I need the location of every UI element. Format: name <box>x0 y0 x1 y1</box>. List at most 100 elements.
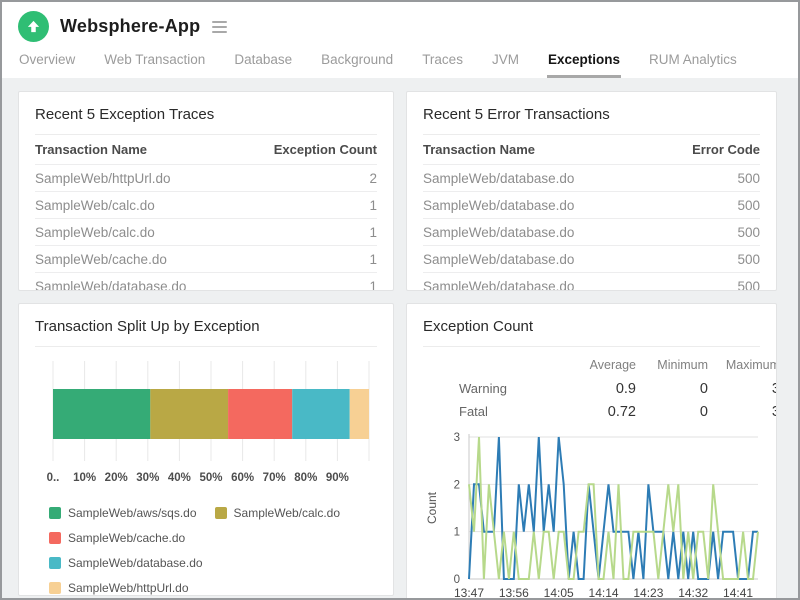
table-header-row: Transaction Name Exception Count <box>35 135 377 165</box>
svg-text:13:56: 13:56 <box>499 586 529 598</box>
exception-traces-table: Transaction Name Exception Count SampleW… <box>35 135 377 291</box>
table-row[interactable]: SampleWeb/database.do 500 <box>423 219 760 246</box>
error-code: 500 <box>737 279 760 292</box>
svg-text:60%: 60% <box>231 472 254 484</box>
svg-text:0..: 0.. <box>47 472 60 484</box>
legend-swatch <box>215 507 227 519</box>
tab-background[interactable]: Background <box>320 48 394 78</box>
svg-text:30%: 30% <box>136 472 159 484</box>
stats-header-row: Average Minimum Maximum <box>423 353 777 377</box>
stats-row-warning: Warning 0.9 0 3 <box>423 377 777 400</box>
legend-label: SampleWeb/httpUrl.do <box>68 581 189 595</box>
exception-count: 1 <box>369 279 377 292</box>
table-row[interactable]: SampleWeb/database.do 1 <box>35 273 377 291</box>
tab-web-transaction[interactable]: Web Transaction <box>103 48 206 78</box>
transaction-name: SampleWeb/database.do <box>423 171 574 186</box>
table-row[interactable]: SampleWeb/httpUrl.do 2 <box>35 165 377 192</box>
panel-title: Exception Count <box>423 304 760 347</box>
exception-count: 1 <box>369 225 377 240</box>
tab-jvm[interactable]: JVM <box>491 48 520 78</box>
error-code: 500 <box>737 252 760 267</box>
table-header-row: Transaction Name Error Code <box>423 135 760 165</box>
transaction-name: SampleWeb/database.do <box>423 198 574 213</box>
tab-overview[interactable]: Overview <box>18 48 76 78</box>
column-header-transaction-name: Transaction Name <box>35 142 147 157</box>
table-row[interactable]: SampleWeb/calc.do 1 <box>35 219 377 246</box>
table-row[interactable]: SampleWeb/database.do 500 <box>423 192 760 219</box>
svg-text:14:14: 14:14 <box>589 586 619 598</box>
error-code: 500 <box>737 225 760 240</box>
column-header-maximum: Maximum <box>708 358 777 372</box>
svg-text:14:23: 14:23 <box>633 586 663 598</box>
table-row[interactable]: SampleWeb/calc.do 1 <box>35 192 377 219</box>
exception-count-stats: Average Minimum Maximum Warning 0.9 0 3 … <box>423 353 777 423</box>
svg-text:14:32: 14:32 <box>678 586 708 598</box>
panel-transaction-split: Transaction Split Up by Exception 0.. 10%… <box>18 303 394 596</box>
column-header-exception-count: Exception Count <box>274 142 377 157</box>
transaction-name: SampleWeb/calc.do <box>35 225 155 240</box>
svg-text:10%: 10% <box>73 472 96 484</box>
legend-item[interactable]: SampleWeb/database.do <box>49 556 203 570</box>
panel-exception-traces: Recent 5 Exception Traces Transaction Na… <box>18 91 394 291</box>
column-header-minimum: Minimum <box>636 358 708 372</box>
menu-icon[interactable] <box>212 21 227 33</box>
tab-rum-analytics[interactable]: RUM Analytics <box>648 48 738 78</box>
tab-exceptions[interactable]: Exceptions <box>547 48 621 78</box>
panel-title: Recent 5 Exception Traces <box>35 92 377 135</box>
svg-text:80%: 80% <box>294 472 317 484</box>
table-row[interactable]: SampleWeb/database.do 500 <box>423 165 760 192</box>
error-code: 500 <box>737 198 760 213</box>
average-value: 0.9 <box>541 381 636 397</box>
maximum-value: 3 <box>708 404 777 420</box>
exception-count: 2 <box>369 171 377 186</box>
app-window: Websphere-App Overview Web Transaction D… <box>0 0 800 600</box>
panel-title: Transaction Split Up by Exception <box>35 304 377 347</box>
series-label: Warning <box>423 381 541 396</box>
table-row[interactable]: SampleWeb/database.do 500 <box>423 246 760 273</box>
transaction-name: SampleWeb/cache.do <box>35 252 167 267</box>
svg-text:70%: 70% <box>263 472 286 484</box>
minimum-value: 0 <box>636 404 708 420</box>
tab-traces[interactable]: Traces <box>421 48 464 78</box>
legend-item[interactable]: SampleWeb/httpUrl.do <box>49 581 189 595</box>
tab-bar: Overview Web Transaction Database Backgr… <box>2 46 798 78</box>
legend-item[interactable]: SampleWeb/calc.do <box>215 506 341 520</box>
tab-database[interactable]: Database <box>233 48 293 78</box>
error-transactions-table: Transaction Name Error Code SampleWeb/da… <box>423 135 760 291</box>
svg-text:40%: 40% <box>168 472 191 484</box>
legend-label: SampleWeb/calc.do <box>234 506 341 520</box>
transaction-name: SampleWeb/database.do <box>423 225 574 240</box>
transaction-name: SampleWeb/database.do <box>35 279 186 292</box>
legend-label: SampleWeb/aws/sqs.do <box>68 506 197 520</box>
legend-label: SampleWeb/database.do <box>68 556 203 570</box>
svg-text:0: 0 <box>454 574 460 586</box>
transaction-name: SampleWeb/database.do <box>423 252 574 267</box>
panel-error-transactions: Recent 5 Error Transactions Transaction … <box>406 91 777 291</box>
svg-text:2: 2 <box>454 479 460 491</box>
svg-text:20%: 20% <box>105 472 128 484</box>
average-value: 0.72 <box>541 404 636 420</box>
legend-label: SampleWeb/cache.do <box>68 531 185 545</box>
minimum-value: 0 <box>636 381 708 397</box>
chart-legend: SampleWeb/aws/sqs.do SampleWeb/calc.do S… <box>49 506 369 596</box>
stats-row-fatal: Fatal 0.72 0 3 <box>423 400 777 423</box>
app-header: Websphere-App <box>2 2 798 46</box>
svg-text:3: 3 <box>454 432 460 444</box>
table-row[interactable]: SampleWeb/cache.do 1 <box>35 246 377 273</box>
panel-title: Recent 5 Error Transactions <box>423 92 760 135</box>
status-up-icon <box>18 11 49 42</box>
legend-item[interactable]: SampleWeb/aws/sqs.do <box>49 506 197 520</box>
svg-text:1: 1 <box>454 527 460 539</box>
maximum-value: 3 <box>708 381 777 397</box>
transaction-name: SampleWeb/calc.do <box>35 198 155 213</box>
legend-swatch <box>49 582 61 594</box>
svg-text:14:05: 14:05 <box>544 586 574 598</box>
legend-item[interactable]: SampleWeb/cache.do <box>49 531 185 545</box>
page-title: Websphere-App <box>60 16 200 37</box>
svg-text:13:47: 13:47 <box>454 586 484 598</box>
legend-swatch <box>49 557 61 569</box>
transaction-name: SampleWeb/httpUrl.do <box>35 171 171 186</box>
transaction-name: SampleWeb/database.do <box>423 279 574 292</box>
table-row[interactable]: SampleWeb/database.do 500 <box>423 273 760 291</box>
exception-count: 1 <box>369 198 377 213</box>
